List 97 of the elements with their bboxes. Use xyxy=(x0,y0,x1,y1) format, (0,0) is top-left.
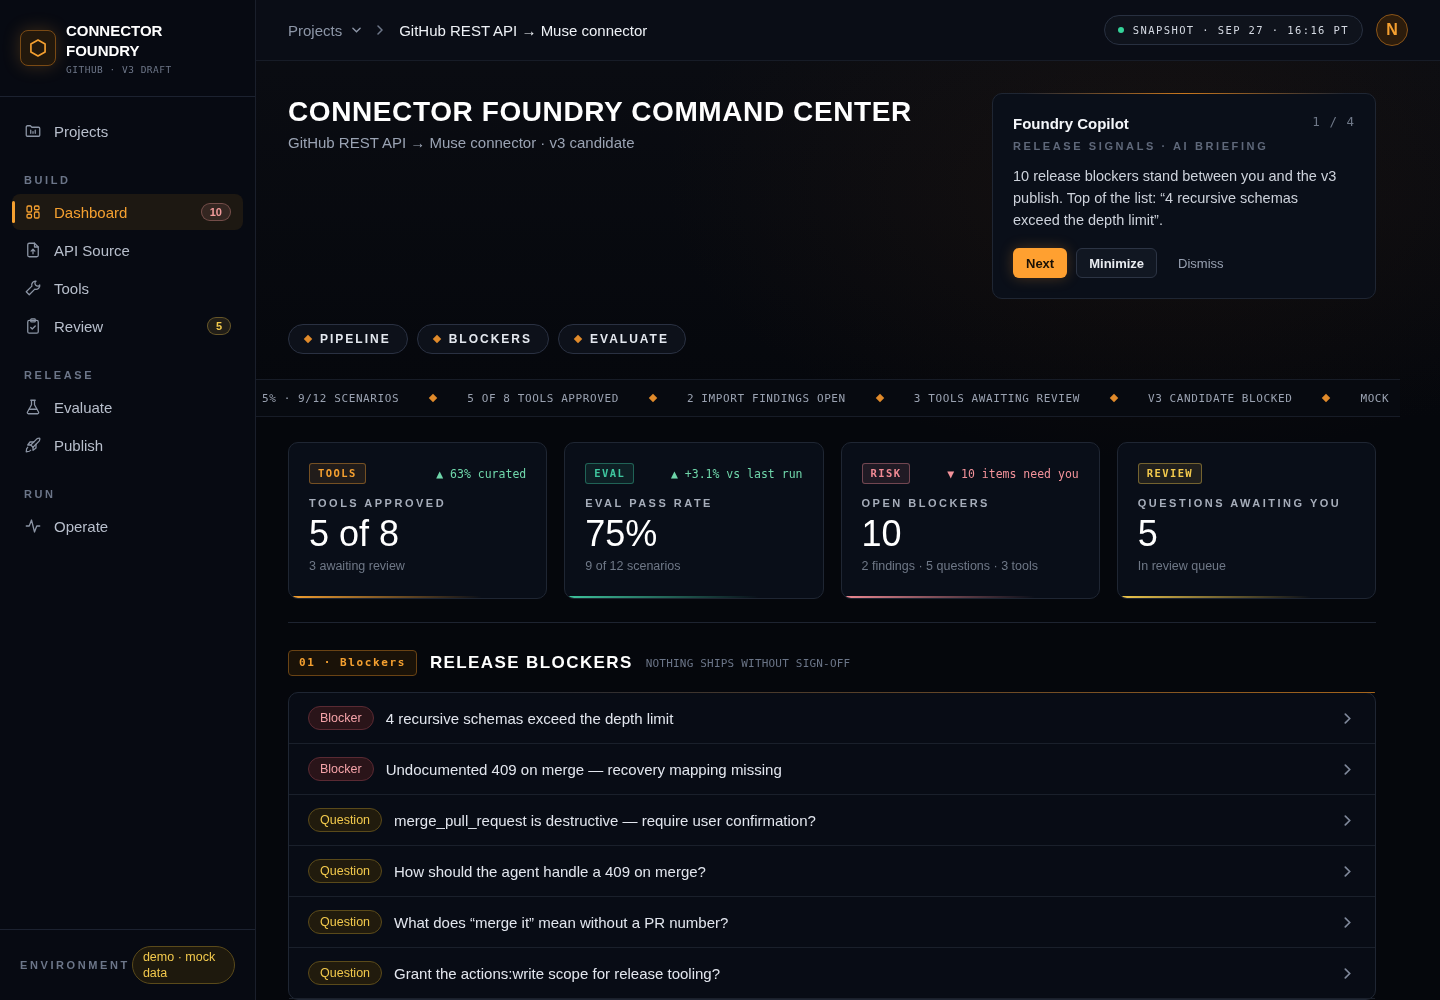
category-tag: REVIEW xyxy=(1137,463,1203,484)
stat-value: 75% xyxy=(585,514,659,554)
stat-note: 2 findings · 5 questions · 3 tools xyxy=(861,559,1039,573)
stat-label: TOOLS APPROVED xyxy=(309,497,448,509)
nav-item[interactable]: Publish xyxy=(12,427,243,463)
nav-item[interactable]: Operate xyxy=(12,508,243,544)
type-tag: Question xyxy=(308,910,383,934)
blocker-row[interactable]: Question How should the agent handle a 409 on merge? xyxy=(289,846,1375,897)
clipboard-check-icon xyxy=(24,317,42,335)
file-upload-icon xyxy=(24,241,42,259)
copilot-action-button[interactable]: Dismiss xyxy=(1166,248,1236,278)
chevron-right-icon xyxy=(1344,967,1351,979)
flask-icon xyxy=(24,398,42,416)
type-tag: Blocker xyxy=(308,757,374,781)
trend-text: ▼ 10 items need you xyxy=(947,466,1079,481)
ticker-item: 3 TOOLS AWAITING REVIEW xyxy=(913,391,1080,405)
nav-item[interactable]: Evaluate xyxy=(12,389,243,425)
projects-dropdown[interactable]: Projects xyxy=(288,21,362,39)
copilot-action-button[interactable]: Minimize xyxy=(1076,248,1158,278)
blocker-text: 4 recursive schemas exceed the depth limit xyxy=(385,709,675,727)
chevron-right-icon xyxy=(1344,865,1351,877)
section-link-button[interactable]: PIPELINE xyxy=(288,324,408,354)
blocker-text: merge_pull_request is destructive — require user confirmation? xyxy=(394,811,817,829)
stat-note: In review queue xyxy=(1137,559,1227,573)
section-title: RELEASE BLOCKERS xyxy=(429,653,633,673)
blocker-row[interactable]: Question What does “merge it” mean without a PR number? xyxy=(289,897,1375,948)
blocker-text: What does “merge it” mean without a PR number? xyxy=(394,913,730,931)
blocker-row[interactable]: Blocker Undocumented 409 on merge — recovery mapping missing xyxy=(289,744,1375,795)
nav-section-heading: BUILD xyxy=(23,173,72,187)
brand-subtitle: GITHUB · V3 DRAFT xyxy=(66,64,173,75)
blocker-text: How should the agent handle a 409 on merge? xyxy=(394,862,707,880)
chevron-right-icon xyxy=(1344,814,1351,826)
stat-value: 5 of 8 xyxy=(309,514,401,554)
copilot-message: 10 release blockers stand between you and the v3 publish. Top of the list: “4 recursive schemas exceed the depth limit”. xyxy=(1013,167,1338,230)
blocker-text: Undocumented 409 on merge — recovery mapping missing xyxy=(385,760,783,778)
page-subtitle: GitHub REST API → Muse connector · v3 candidate xyxy=(288,134,636,151)
type-tag: Question xyxy=(308,859,383,883)
page-title: CONNECTOR FOUNDRY COMMAND CENTER xyxy=(288,95,912,129)
stat-label: OPEN BLOCKERS xyxy=(861,497,991,509)
breadcrumb-current: GitHub REST API → Muse connector xyxy=(399,21,648,39)
stat-label: EVAL PASS RATE xyxy=(585,497,714,509)
copilot-subtitle: RELEASE SIGNALS · AI BRIEFING xyxy=(1013,140,1270,152)
chevron-right-icon xyxy=(377,25,384,35)
status-dot-icon xyxy=(1117,27,1124,33)
pulse-icon xyxy=(24,517,42,535)
trend-text: ▲ 63% curated xyxy=(436,466,527,481)
nav-item[interactable]: Tools xyxy=(12,270,243,306)
nav-item[interactable]: Dashboard 10 xyxy=(12,194,243,230)
ticker-item: 2 IMPORT FINDINGS OPEN xyxy=(686,391,846,405)
chevron-right-icon xyxy=(1344,916,1351,928)
nav-section-heading: RUN xyxy=(23,487,57,501)
blocker-row[interactable]: Blocker 4 recursive schemas exceed the depth limit xyxy=(289,693,1375,744)
nav-item[interactable]: Review 5 xyxy=(12,308,243,344)
hexagon-logo-icon xyxy=(20,30,56,66)
count-badge: 5 xyxy=(206,317,231,335)
snapshot-text: SNAPSHOT · SEP 27 · 16:16 PT xyxy=(1132,24,1349,36)
page-counter: 1 / 4 xyxy=(1312,114,1355,129)
stat-note: 9 of 12 scenarios xyxy=(585,559,682,573)
copilot-action-button[interactable]: Next xyxy=(1013,248,1068,278)
trend-text: ▲ +3.1% vs last run xyxy=(670,466,803,481)
environment-badge: demo · mock data xyxy=(131,946,235,984)
blocker-row[interactable]: Question Grant the actions:write scope for release tooling? xyxy=(289,948,1375,999)
type-tag: Blocker xyxy=(308,706,374,730)
ticker-item: MOCK xyxy=(1360,391,1390,405)
stat-value: 10 xyxy=(861,514,903,554)
category-tag: EVAL xyxy=(585,463,635,484)
rocket-icon xyxy=(24,436,42,454)
type-tag: Question xyxy=(308,808,383,832)
ticker-item: 5% · 9/12 SCENARIOS xyxy=(262,391,400,405)
brand-title: CONNECTOR FOUNDRY xyxy=(66,21,164,61)
blocker-row[interactable]: Question merge_pull_request is destructive — require user confirmation? xyxy=(289,795,1375,846)
chevron-right-icon xyxy=(1344,712,1351,724)
section-subtitle: NOTHING SHIPS WITHOUT SIGN-OFF xyxy=(645,656,851,670)
ticker-item: V3 CANDIDATE BLOCKED xyxy=(1147,391,1293,405)
wrench-icon xyxy=(24,279,42,297)
stat-note: 3 awaiting review xyxy=(309,559,406,573)
nav-section-heading: RELEASE xyxy=(23,368,96,382)
blocker-text: Grant the actions:write scope for release tooling? xyxy=(394,964,722,982)
section-number-badge: 01 · Blockers xyxy=(288,650,417,676)
type-tag: Question xyxy=(308,961,383,985)
nav-item[interactable]: API Source xyxy=(12,232,243,268)
user-avatar[interactable]: N xyxy=(1376,14,1408,46)
section-link-button[interactable]: EVALUATE xyxy=(558,324,686,354)
dashboard-grid-icon xyxy=(24,203,42,221)
ticker-item: 5 OF 8 TOOLS APPROVED xyxy=(467,391,619,405)
copilot-title: Foundry Copilot xyxy=(1013,114,1129,134)
nav-item[interactable]: Projects xyxy=(12,113,243,149)
chevron-right-icon xyxy=(1344,763,1351,775)
folder-icon xyxy=(24,122,42,140)
environment-label: ENVIRONMENT xyxy=(20,959,130,971)
section-link-button[interactable]: BLOCKERS xyxy=(416,324,550,354)
stat-value: 5 xyxy=(1137,514,1159,554)
category-tag: RISK xyxy=(861,463,911,484)
chevron-down-icon xyxy=(352,27,362,33)
category-tag: TOOLS xyxy=(309,463,366,484)
stat-label: QUESTIONS AWAITING YOU xyxy=(1137,497,1343,509)
count-badge: 10 xyxy=(200,203,231,221)
